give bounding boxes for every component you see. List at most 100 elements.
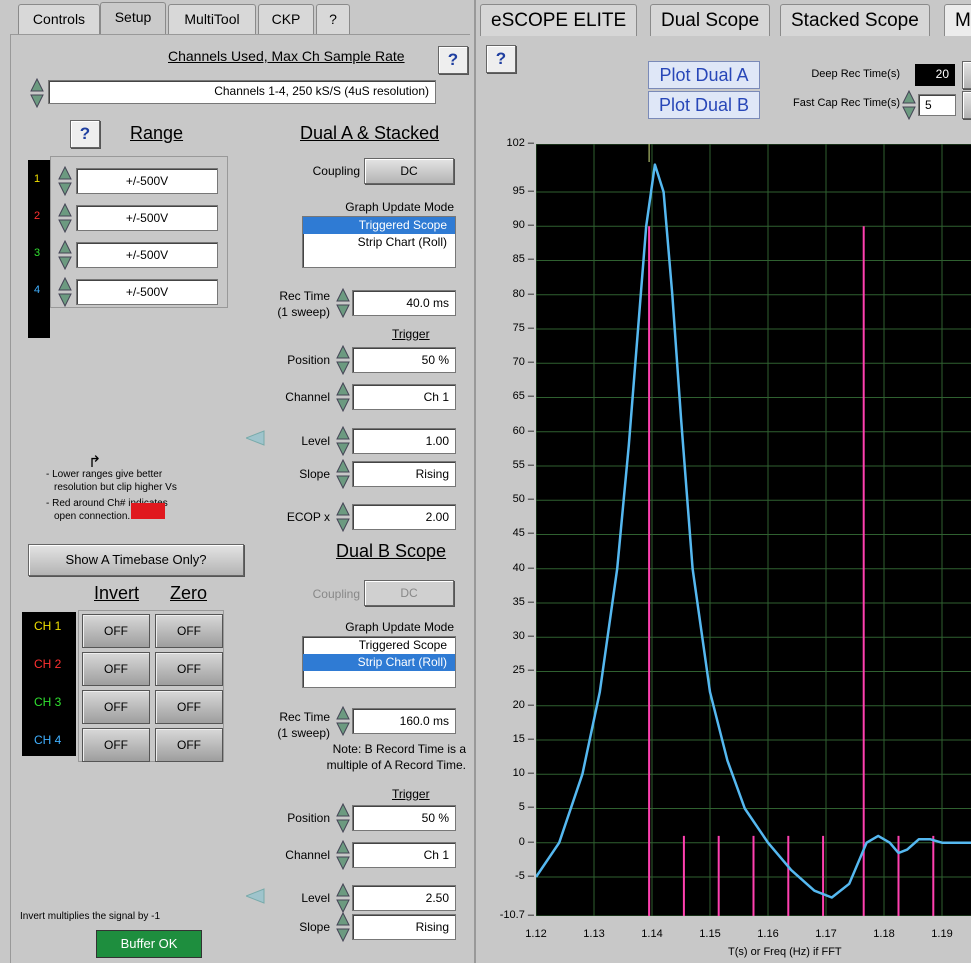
- dual-a-ecop-label: ECOP x: [286, 510, 330, 524]
- channels-used-field[interactable]: Channels 1-4, 250 kS/S (4uS resolution): [48, 80, 436, 104]
- dual-b-position-field[interactable]: 50 %: [352, 805, 456, 831]
- dual-a-coupling-button[interactable]: DC: [364, 158, 454, 184]
- dual-a-position-field[interactable]: 50 %: [352, 347, 456, 373]
- range-ch3-number: 3: [34, 247, 41, 259]
- dual-a-title: Dual A & Stacked: [300, 123, 440, 143]
- range-ch1-field[interactable]: +/-500V: [76, 168, 218, 194]
- dual-a-ecop-spinner[interactable]: [336, 502, 350, 532]
- dual-b-channel-field[interactable]: Ch 1: [352, 842, 456, 868]
- range-ch2-number: 2: [34, 210, 41, 222]
- x-tick-label: 1.17: [815, 928, 837, 940]
- dual-a-rec-time-spinner[interactable]: [336, 288, 350, 318]
- x-tick-label: 1.16: [757, 928, 779, 940]
- zero-ch1-button[interactable]: OFF: [155, 614, 223, 648]
- dual-a-level-field[interactable]: 1.00: [352, 428, 456, 454]
- range-note-1: - Lower ranges give better: [46, 469, 163, 480]
- dual-a-update-mode-list[interactable]: Triggered Scope Strip Chart (Roll): [302, 216, 456, 268]
- range-ch3-field[interactable]: +/-500V: [76, 242, 218, 268]
- left-panel: Controls Setup MultiTool CKP ? Channels …: [0, 0, 476, 963]
- invert-ch3-button[interactable]: OFF: [82, 690, 150, 724]
- dual-a-rec-time-sub: (1 sweep): [277, 305, 330, 319]
- red-indicator: [131, 503, 165, 519]
- dual-a-rec-time-label: Rec Time: [279, 289, 330, 303]
- dual-a-slope-spinner[interactable]: [336, 459, 350, 489]
- dual-b-coupling-label: Coupling: [312, 587, 360, 601]
- dual-b-rec-time-field[interactable]: 160.0 ms: [352, 708, 456, 734]
- tab-help[interactable]: ?: [316, 4, 350, 34]
- show-a-timebase-button[interactable]: Show A Timebase Only?: [28, 544, 244, 576]
- channels-used-help-button[interactable]: ?: [438, 46, 468, 74]
- invert-ch1-button[interactable]: OFF: [82, 614, 150, 648]
- range-ch2-field[interactable]: +/-500V: [76, 205, 218, 231]
- invert-ch2-label: CH 2: [34, 657, 62, 671]
- dual-a-mode-triggered[interactable]: Triggered Scope: [303, 217, 455, 234]
- dual-a-level-spinner[interactable]: [336, 426, 350, 456]
- dual-a-ecop-field[interactable]: 2.00: [352, 504, 456, 530]
- dual-b-position-spinner[interactable]: [336, 803, 350, 833]
- dual-a-update-mode-label: Graph Update Mode: [345, 200, 454, 214]
- invert-ch4-button[interactable]: OFF: [82, 728, 150, 762]
- dual-b-channel-label: Channel: [285, 848, 330, 862]
- zero-ch4-button[interactable]: OFF: [155, 728, 223, 762]
- dual-b-level-spinner[interactable]: [336, 883, 350, 913]
- dual-b-slope-label: Slope: [299, 920, 330, 934]
- x-tick-label: 1.12: [525, 928, 547, 940]
- x-tick-label: 1.13: [583, 928, 605, 940]
- tab-setup[interactable]: Setup: [100, 2, 166, 34]
- tab-multitool[interactable]: MultiTool: [168, 4, 256, 34]
- range-ch2-spinner[interactable]: [58, 203, 72, 233]
- buffer-status-indicator: Buffer OK: [96, 930, 202, 958]
- dual-b-position-label: Position: [287, 811, 330, 825]
- range-ch1-number: 1: [34, 173, 41, 185]
- dual-a-mode-strip[interactable]: Strip Chart (Roll): [303, 234, 455, 251]
- dual-b-level-arrow-icon: [244, 888, 266, 907]
- range-help-button[interactable]: ?: [70, 120, 100, 148]
- dual-b-update-mode-list[interactable]: Triggered Scope Strip Chart (Roll): [302, 636, 456, 688]
- dual-a-rec-time-field[interactable]: 40.0 ms: [352, 290, 456, 316]
- dual-a-trigger-title: Trigger: [392, 327, 430, 341]
- dual-b-level-field[interactable]: 2.50: [352, 885, 456, 911]
- dual-a-slope-field[interactable]: Rising: [352, 461, 456, 487]
- invert-title: Invert: [94, 583, 140, 603]
- x-tick-label: 1.15: [699, 928, 721, 940]
- dual-b-update-mode-label: Graph Update Mode: [345, 620, 454, 634]
- dual-b-slope-spinner[interactable]: [336, 912, 350, 942]
- dual-a-position-spinner[interactable]: [336, 345, 350, 375]
- invert-ch2-button[interactable]: OFF: [82, 652, 150, 686]
- dual-a-coupling-label: Coupling: [312, 164, 360, 178]
- zero-ch3-button[interactable]: OFF: [155, 690, 223, 724]
- channels-used-spinner[interactable]: [30, 78, 44, 108]
- range-ch1-spinner[interactable]: [58, 166, 72, 196]
- range-ch3-spinner[interactable]: [58, 240, 72, 270]
- invert-ch3-label: CH 3: [34, 695, 62, 709]
- zero-title: Zero: [170, 583, 208, 603]
- dual-b-channel-spinner[interactable]: [336, 840, 350, 870]
- dual-b-note-1: Note: B Record Time is a: [332, 742, 466, 756]
- scope-plot[interactable]: [536, 144, 971, 916]
- dual-b-mode-triggered[interactable]: Triggered Scope: [303, 637, 455, 654]
- range-ch4-field[interactable]: +/-500V: [76, 279, 218, 305]
- x-tick-label: 1.19: [931, 928, 953, 940]
- dual-a-channel-spinner[interactable]: [336, 382, 350, 412]
- dual-b-note-2: multiple of A Record Time.: [326, 758, 466, 772]
- dual-b-slope-field[interactable]: Rising: [352, 914, 456, 940]
- dual-b-coupling-button[interactable]: DC: [364, 580, 454, 606]
- tab-controls[interactable]: Controls: [18, 4, 100, 34]
- dual-b-rec-time-spinner[interactable]: [336, 706, 350, 736]
- zero-ch2-button[interactable]: OFF: [155, 652, 223, 686]
- dual-a-channel-field[interactable]: Ch 1: [352, 384, 456, 410]
- dual-b-rec-time-sub: (1 sweep): [277, 726, 330, 740]
- invert-note: Invert multiplies the signal by -1: [20, 911, 161, 922]
- range-title: Range: [130, 123, 184, 143]
- dual-b-mode-strip[interactable]: Strip Chart (Roll): [303, 654, 455, 671]
- dual-b-rec-time-label: Rec Time: [279, 710, 330, 724]
- right-panel: eSCOPE ELITE Dual Scope Stacked Scope M …: [478, 0, 971, 963]
- plot-background: [536, 144, 971, 916]
- tab-ckp[interactable]: CKP: [258, 4, 314, 34]
- range-note-2: resolution but clip higher Vs: [54, 482, 177, 493]
- range-ch4-spinner[interactable]: [58, 277, 72, 307]
- dual-a-channel-label: Channel: [285, 390, 330, 404]
- dual-b-trigger-title: Trigger: [392, 787, 430, 801]
- dual-a-position-label: Position: [287, 353, 330, 367]
- invert-ch4-label: CH 4: [34, 733, 62, 747]
